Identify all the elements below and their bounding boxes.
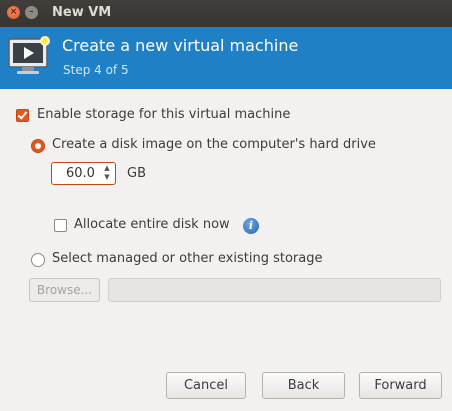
window-titlebar: × – New VM (0, 0, 452, 27)
create-disk-image-radio[interactable] (31, 139, 45, 153)
disk-size-unit: GB (127, 166, 146, 181)
wizard-header: Create a new virtual machine Step 4 of 5 (0, 27, 452, 89)
close-window-icon[interactable]: × (7, 6, 20, 19)
spinner-arrows[interactable]: ▲ ▼ (102, 164, 112, 182)
spin-up-icon[interactable]: ▲ (102, 164, 112, 173)
select-existing-storage-label[interactable]: Select managed or other existing storage (52, 251, 322, 266)
enable-storage-label[interactable]: Enable storage for this virtual machine (37, 107, 290, 122)
cancel-button[interactable]: Cancel (166, 372, 246, 399)
create-disk-image-label[interactable]: Create a disk image on the computer's ha… (52, 137, 376, 152)
allocate-disk-checkbox[interactable] (54, 219, 67, 232)
browse-button[interactable]: Browse... (29, 278, 100, 302)
disk-size-value[interactable]: 60.0 (66, 166, 95, 181)
select-existing-storage-radio[interactable] (31, 253, 45, 267)
enable-storage-checkbox[interactable] (16, 109, 29, 122)
forward-button[interactable]: Forward (359, 372, 442, 399)
wizard-step-indicator: Step 4 of 5 (63, 63, 129, 77)
back-button[interactable]: Back (262, 372, 345, 399)
spin-down-icon[interactable]: ▼ (102, 173, 112, 182)
storage-path-input[interactable] (108, 278, 441, 302)
vm-monitor-icon (8, 36, 50, 74)
allocate-disk-label[interactable]: Allocate entire disk now (74, 217, 230, 232)
disk-size-spinner[interactable]: 60.0 ▲ ▼ (51, 162, 116, 185)
window-title: New VM (52, 5, 112, 20)
info-icon[interactable]: i (243, 218, 259, 234)
page-title: Create a new virtual machine (62, 36, 299, 55)
minimize-window-icon[interactable]: – (25, 6, 38, 19)
